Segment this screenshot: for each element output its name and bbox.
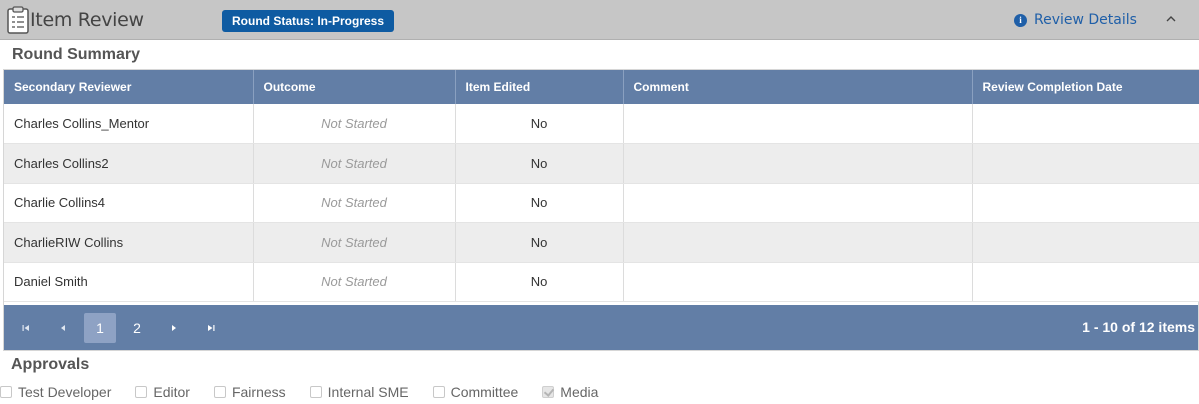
approval-label: Media [560, 384, 599, 400]
previous-page-button[interactable] [47, 313, 79, 343]
column-header-item-edited[interactable]: Item Edited [455, 70, 624, 104]
table-row[interactable]: Charlie Collins4 Not Started No [4, 183, 1199, 223]
review-details-label: Review Details [1034, 12, 1137, 28]
page-2-button[interactable]: 2 [121, 313, 153, 343]
approval-internal-sme[interactable]: Internal SME [309, 384, 409, 400]
completion-date-cell [972, 183, 1199, 223]
outcome-cell: Not Started [253, 183, 456, 223]
round-summary-grid: Secondary Reviewer Outcome Item Edited C… [3, 69, 1199, 351]
first-page-button[interactable] [10, 313, 42, 343]
media-checkbox[interactable] [542, 386, 555, 398]
approvals-list: Test Developer Editor Fairness Internal … [0, 383, 622, 401]
completion-date-cell [972, 104, 1199, 144]
last-page-button[interactable] [195, 313, 227, 343]
next-page-icon [172, 324, 176, 331]
fairness-checkbox[interactable] [213, 386, 226, 398]
page-title: Item Review [30, 9, 144, 31]
table-row[interactable]: Daniel Smith Not Started No [4, 262, 1199, 302]
info-circle-icon: i [1014, 13, 1027, 27]
approval-test-developer[interactable]: Test Developer [0, 384, 111, 400]
approval-label: Test Developer [18, 384, 112, 400]
reviewer-cell: Daniel Smith [4, 262, 254, 302]
round-status-badge: Round Status: In-Progress [222, 10, 395, 32]
outcome-cell: Not Started [253, 262, 456, 302]
chevron-up-icon[interactable] [1164, 14, 1178, 24]
approval-editor[interactable]: Editor [135, 384, 190, 400]
approval-media[interactable]: Media [542, 384, 598, 400]
completion-date-cell [972, 143, 1199, 184]
clipboard-icon [7, 6, 29, 34]
first-page-icon [22, 324, 29, 331]
table-row[interactable]: Charles Collins_Mentor Not Started No [4, 104, 1199, 144]
item-edited-cell: No [455, 183, 624, 223]
completion-date-cell [972, 222, 1199, 263]
approvals-heading: Approvals [11, 356, 90, 373]
approval-label: Editor [153, 384, 190, 400]
approval-label: Internal SME [327, 384, 409, 400]
page-1-button[interactable]: 1 [84, 312, 116, 343]
outcome-cell: Not Started [253, 143, 456, 184]
committee-checkbox[interactable] [432, 386, 445, 398]
round-summary-heading: Round Summary [12, 46, 141, 63]
comment-cell [623, 143, 973, 184]
item-review-header: Item Review Round Status: In-Progress i … [0, 0, 1199, 40]
comment-cell [623, 262, 973, 302]
reviewer-cell: CharlieRIW Collins [4, 222, 254, 263]
test-developer-checkbox[interactable] [0, 386, 12, 398]
grid-pager: 1 2 1 - 10 of 12 items [4, 305, 1198, 350]
reviewer-cell: Charles Collins_Mentor [4, 104, 254, 144]
item-edited-cell: No [455, 104, 624, 144]
review-details-link[interactable]: i Review Details [1014, 12, 1137, 28]
column-header-comment[interactable]: Comment [623, 70, 973, 104]
table-row[interactable]: CharlieRIW Collins Not Started No [4, 222, 1199, 263]
editor-checkbox[interactable] [135, 386, 148, 398]
last-page-icon [208, 324, 215, 331]
completion-date-cell [972, 262, 1199, 302]
outcome-cell: Not Started [253, 222, 456, 263]
outcome-cell: Not Started [253, 104, 456, 144]
comment-cell [623, 222, 973, 263]
pager-info: 1 - 10 of 12 items [1082, 319, 1195, 335]
previous-page-icon [61, 324, 65, 331]
next-page-button[interactable] [158, 313, 190, 343]
item-edited-cell: No [455, 222, 624, 263]
approval-label: Committee [450, 384, 519, 400]
comment-cell [623, 183, 973, 223]
column-header-secondary-reviewer[interactable]: Secondary Reviewer [4, 70, 254, 104]
approval-fairness[interactable]: Fairness [213, 384, 286, 400]
item-edited-cell: No [455, 262, 624, 302]
reviewer-cell: Charlie Collins4 [4, 183, 254, 223]
approval-label: Fairness [231, 384, 286, 400]
reviewer-cell: Charles Collins2 [4, 143, 254, 184]
comment-cell [623, 104, 973, 144]
approval-committee[interactable]: Committee [432, 384, 519, 400]
item-edited-cell: No [455, 143, 624, 184]
internal-sme-checkbox[interactable] [309, 386, 322, 398]
column-header-review-completion-date[interactable]: Review Completion Date [972, 70, 1199, 104]
round-summary-table: Secondary Reviewer Outcome Item Edited C… [4, 70, 1199, 302]
table-header-row: Secondary Reviewer Outcome Item Edited C… [4, 70, 1199, 104]
column-header-outcome[interactable]: Outcome [253, 70, 456, 104]
table-row[interactable]: Charles Collins2 Not Started No [4, 143, 1199, 184]
